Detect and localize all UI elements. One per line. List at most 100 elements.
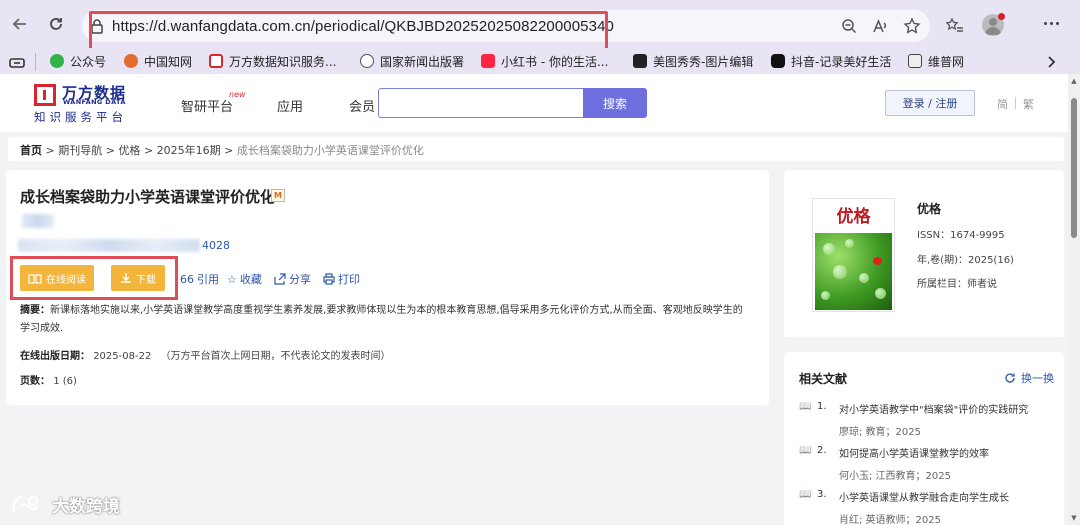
share-label: 分享: [289, 273, 311, 286]
breadcrumb-separator: >: [45, 144, 55, 157]
bookmark-xiaohongshu[interactable]: 小红书 - 你的生活...: [481, 52, 608, 70]
meitu-icon: [633, 54, 647, 68]
refresh-button[interactable]: [42, 10, 70, 38]
related-item-meta: 廖琼; 教育；2025: [839, 427, 921, 438]
breadcrumb-item[interactable]: 期刊导航: [58, 144, 102, 157]
cover-image: [815, 233, 892, 310]
cite-label: 引用: [197, 273, 219, 286]
related-item-title[interactable]: 如何提高小学英语课堂教学的效率: [839, 445, 989, 460]
scrollbar-thumb[interactable]: [1071, 98, 1077, 238]
notification-dot: [998, 13, 1005, 20]
bookmark-label: 抖音-记录美好生活: [791, 54, 892, 69]
bookmark-label: 维普网: [928, 54, 965, 69]
favorite-button[interactable]: [901, 14, 923, 38]
breadcrumb-current: 成长档案袋助力小学英语课堂评价优化: [236, 144, 424, 157]
ellipsis-icon: [1044, 22, 1059, 25]
related-item-title[interactable]: 对小学英语教学中"档案袋"评价的实践研究: [839, 401, 1028, 416]
m-badge-icon[interactable]: M: [271, 189, 285, 202]
star-icon: [903, 17, 921, 34]
journal-cover[interactable]: 优格: [812, 198, 895, 312]
breadcrumb-item[interactable]: 2025年16期: [157, 144, 221, 157]
search-button[interactable]: 搜索: [583, 88, 647, 118]
vip-icon: [908, 54, 922, 68]
breadcrumb-separator: >: [143, 144, 154, 157]
cover-title: 优格: [836, 207, 871, 227]
journal-column: 所属栏目：师者说: [917, 279, 997, 290]
related-num: 2.: [817, 445, 827, 456]
scroll-up-icon[interactable]: ▲: [1070, 77, 1078, 85]
quote-icon: 66: [180, 272, 194, 286]
nav-zhiyan[interactable]: 智研平台: [181, 96, 233, 115]
share-icon: [274, 273, 286, 285]
journal-name[interactable]: 优格: [917, 200, 941, 217]
breadcrumb-item[interactable]: 优格: [118, 144, 140, 157]
bookmark-wanfang[interactable]: 万方数据知识服务...: [209, 52, 336, 70]
xiaohongshu-icon: [481, 54, 495, 68]
open-book-icon: 📖: [799, 489, 812, 500]
new-badge: new: [229, 90, 246, 99]
related-item-title[interactable]: 小学英语课堂从教学融合走向学生成长: [839, 489, 1009, 504]
bookmark-nppa[interactable]: 国家新闻出版署: [360, 52, 464, 70]
lang-traditional[interactable]: 繁: [1023, 96, 1034, 112]
bookmark-vip[interactable]: 维普网: [908, 52, 964, 70]
bookmark-label: 国家新闻出版署: [380, 54, 465, 69]
lang-simplified[interactable]: 简: [997, 96, 1008, 112]
pages-label: 页数：: [20, 376, 50, 387]
wanfang-logo-icon[interactable]: [34, 84, 56, 106]
nav-member[interactable]: 会员: [349, 96, 375, 115]
related-num: 1.: [817, 401, 827, 412]
cite-button[interactable]: 66 引用: [180, 271, 219, 287]
ladybug-icon: [873, 257, 882, 265]
print-icon: [323, 273, 335, 285]
pub-date-note: （万方平台首次上网日期，不代表论文的发表时间）: [160, 351, 391, 362]
pub-date-label: 在线出版日期：: [20, 351, 90, 362]
read-aloud-icon: [873, 19, 887, 33]
pub-date-line: 在线出版日期： 2025-08-22 （万方平台首次上网日期，不代表论文的发表时…: [20, 347, 391, 362]
breadcrumb-home[interactable]: 首页: [20, 144, 42, 157]
bookmark-label: 中国知网: [144, 54, 193, 69]
share-button[interactable]: 分享: [274, 271, 311, 287]
bookmark-cnki[interactable]: 中国知网: [124, 52, 192, 70]
related-num: 3.: [817, 489, 827, 500]
back-arrow-icon: [12, 18, 26, 30]
tab-actions-button[interactable]: [9, 54, 25, 73]
scroll-down-icon[interactable]: ▼: [1070, 514, 1078, 522]
breadcrumb-text: 首页 > 期刊导航 > 优格 > 2025年16期 > 成长档案袋助力小学英语课…: [20, 142, 424, 158]
abstract-text: 新课标落地实施以来,小学英语课堂教学高度重视学生素养发展,要求教师体现以生为本的…: [20, 305, 743, 334]
print-button[interactable]: 打印: [323, 271, 360, 287]
bookmark-douyin[interactable]: 抖音-记录美好生活: [771, 52, 891, 70]
bookmark-meitu[interactable]: 美图秀秀-图片编辑: [633, 52, 753, 70]
read-aloud-button[interactable]: [869, 14, 891, 38]
refresh-icon: [50, 18, 62, 30]
breadcrumb-separator: >: [105, 144, 115, 157]
more-menu-button[interactable]: [1044, 22, 1059, 25]
more-bookmarks-button[interactable]: [1046, 54, 1056, 73]
refresh-related-button[interactable]: 换一换: [1004, 370, 1054, 386]
watermark-logo-icon: [12, 495, 39, 513]
favorites-list-button[interactable]: [944, 14, 966, 38]
search-input[interactable]: [378, 88, 584, 118]
login-button[interactable]: 登录 / 注册: [885, 90, 975, 116]
journal-volume: 年,卷(期)：2025(16): [917, 255, 1014, 266]
favorite-article-button[interactable]: ☆ 收藏: [227, 271, 262, 287]
star-outline-icon: ☆: [227, 272, 237, 286]
refresh-label: 换一换: [1021, 372, 1054, 385]
print-label: 打印: [338, 273, 360, 286]
zoom-button[interactable]: [838, 14, 860, 38]
abstract-label: 摘要：: [20, 305, 50, 316]
nav-apps[interactable]: 应用: [277, 96, 303, 115]
open-book-icon: 📖: [799, 445, 812, 456]
logo-english: WANFANG DATA: [63, 98, 126, 106]
watermark: 大数跨境: [10, 492, 120, 517]
back-button[interactable]: [6, 10, 34, 38]
open-book-icon: 📖: [799, 401, 812, 412]
blurred-affiliation: [18, 239, 200, 252]
article-code[interactable]: 4028: [202, 239, 230, 252]
pub-date-value: 2025-08-22: [93, 351, 152, 362]
logo-subtitle: 知识服务平台: [34, 110, 127, 124]
refresh-small-icon: [1005, 373, 1015, 383]
breadcrumb-separator: >: [224, 144, 234, 157]
blurred-author: [22, 214, 54, 228]
cnki-icon: [124, 54, 138, 68]
bookmark-gongzhonghao[interactable]: 公众号: [50, 52, 106, 70]
